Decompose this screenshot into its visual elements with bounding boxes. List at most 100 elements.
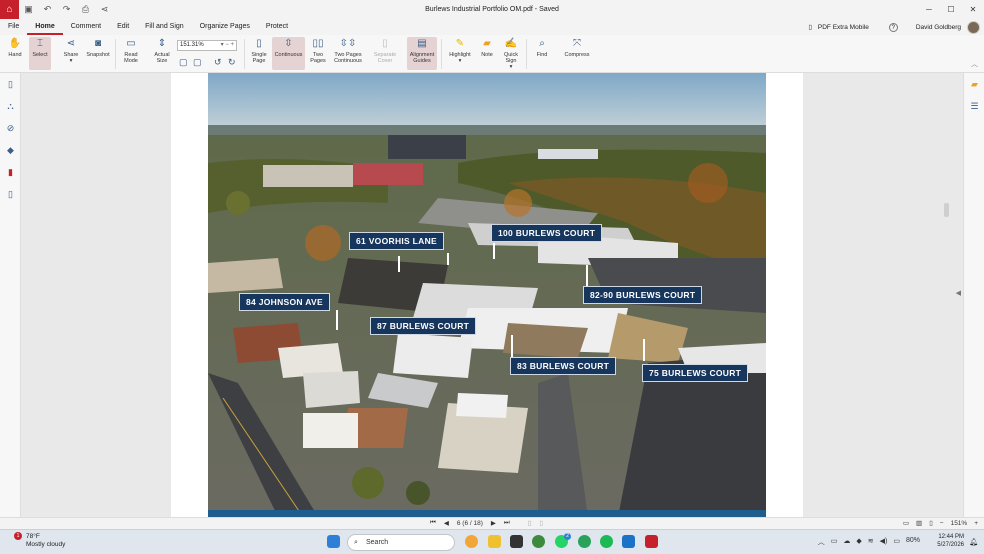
minimize-button[interactable]: ─ [918,0,940,19]
two-pages-continuous-icon: ⇳⇳ [339,37,357,49]
read-mode-button[interactable]: ▭ Read Mode [120,37,142,64]
separate-cover-button[interactable]: ▯ Separate Cover [370,37,400,64]
account-area: ▯ PDF Extra Mobile ? David Goldberg [808,19,984,35]
notification-bell-icon[interactable]: 🔔︎ [969,538,978,546]
zoom-stepper[interactable]: ▾ − + [221,41,234,50]
menu-home[interactable]: Home [27,19,63,35]
last-page-icon[interactable]: ⏭ [504,519,510,527]
pdf-extra-taskbar-icon[interactable] [645,535,658,548]
undo-icon[interactable]: ↶ [38,0,57,19]
snapshot-button[interactable]: ◙ Snapshot [85,37,111,58]
save-icon[interactable]: ▣ [19,0,38,19]
collapse-ribbon-icon[interactable]: ︿ [971,59,978,69]
quick-sign-button[interactable]: ✍ Quick Sign ▾ [500,37,522,70]
hand-tool-button[interactable]: ✋ Hand [6,37,24,58]
menu-file[interactable]: File [0,19,27,35]
highlight-button[interactable]: ✎ Highlight ▾ [446,37,474,64]
page-view-icon[interactable]: ▯ [539,519,543,527]
comments-icon[interactable]: ▰ [968,78,981,91]
menu-organize-pages[interactable]: Organize Pages [192,19,258,35]
page-view-icon[interactable]: ▯ [528,519,532,527]
find-button[interactable]: ⌕ Find [532,37,552,58]
property-label-61-voorhis: 61 VOORHIS LANE [349,232,445,250]
menu-protect[interactable]: Protect [258,19,296,35]
single-page-button[interactable]: ▯ Single Page [249,37,269,64]
dropbox-icon[interactable]: ◆ [856,537,861,547]
share-button[interactable]: ⋖ Share ▾ [61,37,81,64]
next-page-icon[interactable]: ▶ [491,519,496,527]
properties-icon[interactable]: ☰ [968,100,981,113]
chevron-up-icon[interactable]: ︿ [818,537,825,547]
vertical-scrollbar-thumb[interactable] [944,203,949,217]
windows-start-icon[interactable] [327,535,340,548]
rotate-right-icon[interactable]: ↻ [228,57,236,68]
xbox-icon[interactable] [578,535,591,548]
pdf-extra-mobile-link[interactable]: PDF Extra Mobile [818,24,869,31]
rotate-left-icon[interactable]: ↺ [214,57,222,68]
help-icon[interactable]: ? [888,22,898,32]
display-icon[interactable]: ▭ [831,537,838,547]
previous-page-icon[interactable]: ◀ [444,519,449,527]
wifi-icon[interactable]: ≋ [868,537,874,547]
book-icon: ▭ [126,37,136,49]
compress-button[interactable]: ⤧ Compress [563,37,591,58]
store-icon[interactable] [510,535,523,548]
share-quick-icon[interactable]: ⋖ [95,0,114,19]
cloud-icon[interactable]: ☁ [843,537,850,547]
property-label-100-burlews: 100 BURLEWS COURT [491,224,603,242]
taskbar-search[interactable]: ⌕ Search [347,534,455,551]
user-name[interactable]: David Goldberg [916,24,961,31]
file-explorer-icon[interactable] [488,535,501,548]
spotify-icon[interactable] [600,535,613,548]
actual-size-button[interactable]: ⇕ Actual Size [151,37,173,64]
home-app-icon[interactable]: ⌂ [0,0,19,19]
separate-cover-icon: ▯ [382,37,388,49]
view-mode-icon[interactable]: ▥ [916,519,922,527]
continuous-button[interactable]: ⇳ Continuous [272,37,305,70]
document-viewer[interactable]: 61 VOORHIS LANE 100 BURLEWS COURT 84 JOH… [21,73,963,517]
label-leader-line [643,339,645,361]
pages-icon[interactable]: ▯ [4,78,17,91]
zoom-in-icon[interactable]: + [974,520,978,527]
zoom-out-icon[interactable]: − [940,520,944,527]
avatar[interactable] [967,20,980,34]
view-mode-icon[interactable]: ▭ [903,519,909,527]
first-page-icon[interactable]: ⏮ [430,519,436,527]
pdf-icon[interactable]: ▮ [4,166,17,179]
battery-icon[interactable]: ▭ [893,537,900,547]
actual-size-icon: ⇕ [157,37,167,49]
layers-icon[interactable]: ◆ [4,144,17,157]
attachments-icon[interactable]: ⊘ [4,122,17,135]
select-tool-button[interactable]: ⌶ Select [29,37,51,70]
continuous-icon: ⇳ [284,37,293,49]
copilot-icon[interactable] [465,535,478,548]
export-icon[interactable]: ▯ [4,188,17,201]
pdf-page: 61 VOORHIS LANE 100 BURLEWS COURT 84 JOH… [171,73,803,517]
time: 12:44 PM [938,534,964,540]
redo-icon[interactable]: ↷ [57,0,76,19]
print-icon[interactable]: ⎙ [76,0,95,19]
volume-icon[interactable]: ◀) [880,537,888,547]
expand-right-panel-icon[interactable]: ◀ [956,289,961,297]
label-leader-line [447,253,449,265]
bookmarks-icon[interactable]: ⛬ [4,100,17,113]
two-pages-button[interactable]: ▯▯ Two Pages [307,37,329,64]
fit-width-icon[interactable]: ▢ [193,57,202,68]
menu-edit[interactable]: Edit [109,19,137,35]
alignment-guides-button[interactable]: ▤ Alignment Guides [407,37,437,70]
zoom-input[interactable]: 151.31% ▾ − + [177,40,237,51]
clock[interactable]: 12:44 PM 5/27/2026 [937,533,964,549]
note-button[interactable]: ▰ Note [477,37,497,58]
view-mode-icon[interactable]: ▯ [929,519,933,527]
outlook-icon[interactable] [622,535,635,548]
page-indicator[interactable]: 6 (6 / 18) [457,520,483,527]
maximize-button[interactable]: ☐ [940,0,962,19]
two-pages-continuous-button[interactable]: ⇳⇳ Two Pages Continuous [332,37,364,64]
chrome-icon[interactable] [532,535,545,548]
close-button[interactable]: ✕ [962,0,984,19]
weather-widget[interactable]: 78°F Mostly cloudy [26,533,65,549]
menu-comment[interactable]: Comment [63,19,109,35]
menu-fill-and-sign[interactable]: Fill and Sign [137,19,192,35]
zoom-level[interactable]: 151% [951,520,968,527]
fit-page-icon[interactable]: ▢ [179,57,188,68]
